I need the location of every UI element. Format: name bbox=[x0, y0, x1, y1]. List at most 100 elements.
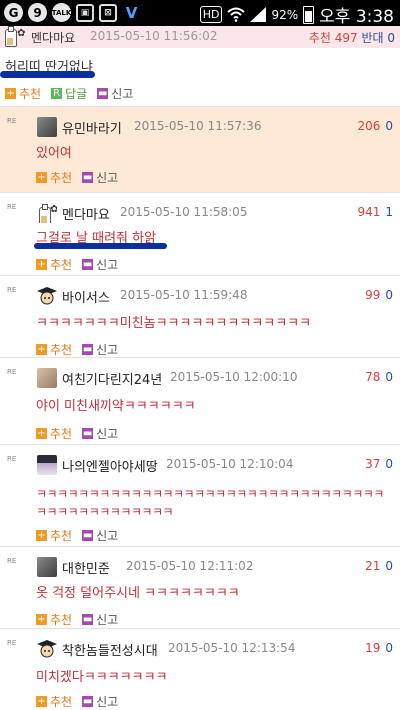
comment-actions: + 추천 ▬ 신고 bbox=[36, 256, 128, 273]
reply-arrow-icon: RE bbox=[7, 557, 17, 565]
report-icon: ▬ bbox=[97, 88, 109, 99]
report-button[interactable]: ▬ 신고 bbox=[82, 256, 118, 273]
comment-author[interactable]: 멘다마요 bbox=[62, 204, 110, 223]
recommend-button[interactable]: + 추천 bbox=[36, 425, 72, 442]
recommend-button[interactable]: + 추천 bbox=[36, 169, 72, 186]
comment-author[interactable]: 여친기다린지24년 bbox=[62, 369, 162, 388]
recommend-button[interactable]: + 추천 bbox=[36, 341, 72, 358]
recommend-button[interactable]: + 추천 bbox=[5, 85, 41, 102]
comment-author[interactable]: 나의엔젤아야세땅 bbox=[62, 456, 158, 475]
reply-button[interactable]: R 답글 bbox=[51, 85, 87, 102]
comment-score: 78 bbox=[365, 370, 381, 384]
report-button[interactable]: ▬ 신고 bbox=[82, 425, 118, 442]
recommend-label: 추천 bbox=[50, 258, 73, 272]
report-icon: ▬ bbox=[82, 428, 94, 439]
avatar[interactable] bbox=[37, 455, 57, 475]
post-header: ✿ 멘다마요 2015-05-10 11:56:02 추천 497 반대 0 bbox=[0, 26, 400, 48]
comment-author[interactable]: 바이서스 bbox=[62, 287, 110, 306]
post-actions: + 추천 R 답글 ▬ 신고 bbox=[5, 85, 143, 102]
comment-author[interactable]: 대한민준 bbox=[62, 558, 110, 577]
comment-score: 37 bbox=[365, 457, 381, 471]
recommend-button[interactable]: + 추천 bbox=[36, 527, 72, 544]
comment-text: ㅋㅋㅋㅋㅋㅋㅋ미친놈ㅋㅋㅋㅋㅋㅋㅋㅋㅋㅋㅋㅋㅋ bbox=[36, 316, 312, 331]
comment-text: ㅋㅋㅋㅋㅋㅋㅋㅋㅋㅋㅋㅋㅋㅋㅋㅋㅋㅋㅋㅋㅋㅋㅋㅋㅋㅋㅋㅋㅋㅋㅋㅋㅋㅋㅋㅋㅋㅋㅋㅋ… bbox=[36, 487, 384, 519]
comment-stats: 99 0 bbox=[365, 288, 393, 302]
graduate-avatar-icon[interactable] bbox=[37, 286, 57, 306]
recommend-label: 추천 bbox=[19, 87, 42, 101]
post-stats: 추천 497 반대 0 bbox=[309, 29, 395, 46]
battery-icon bbox=[303, 5, 315, 24]
reply-arrow-icon: RE bbox=[7, 368, 17, 376]
comment-author[interactable]: 유민바라기 bbox=[62, 118, 122, 137]
report-icon: ▬ bbox=[82, 530, 94, 541]
comment-score: 21 bbox=[365, 559, 381, 573]
reply-arrow-icon: RE bbox=[7, 639, 17, 647]
report-icon: ▬ bbox=[82, 614, 94, 625]
talk-app-icon: TALK bbox=[52, 3, 71, 22]
reply-icon: R bbox=[51, 88, 63, 99]
comment-stats: 78 0 bbox=[365, 370, 393, 384]
g-app-icon: G bbox=[4, 3, 23, 22]
status-right: HD 92% 오후 3:38 bbox=[199, 2, 394, 27]
comment-item: RE 유민바라기 2015-05-10 11:57:36 206 0 있어여 + 추… bbox=[0, 106, 400, 192]
report-button[interactable]: ▬ 신고 bbox=[82, 169, 118, 186]
report-icon: ▬ bbox=[82, 696, 94, 707]
report-button[interactable]: ▬ 신고 bbox=[97, 85, 133, 102]
comment-item: RE 나의엔젤아야세땅 2015-05-10 12:10:04 37 0 ㅋㅋㅋㅋ… bbox=[0, 444, 400, 546]
report-button[interactable]: ▬ 신고 bbox=[82, 611, 118, 628]
reply-arrow-icon: RE bbox=[7, 117, 17, 125]
nine-app-icon: 9 bbox=[28, 3, 47, 22]
avatar[interactable] bbox=[37, 557, 57, 577]
recommend-button[interactable]: + 추천 bbox=[36, 611, 72, 628]
hd-badge: HD bbox=[199, 6, 223, 23]
plus-icon: + bbox=[5, 88, 16, 99]
v3-icon: V bbox=[125, 3, 138, 22]
signal-icon bbox=[250, 7, 267, 22]
comment-stats: 941 1 bbox=[357, 205, 393, 219]
notification-icons: G 9 TALK ▣ ⊠ V bbox=[4, 3, 141, 22]
status-bar: G 9 TALK ▣ ⊠ V HD 92% 오후 3:38 bbox=[0, 0, 400, 27]
plus-icon: + bbox=[36, 614, 47, 625]
graduate-avatar-icon[interactable] bbox=[37, 639, 57, 659]
post-author[interactable]: 멘다마요 bbox=[31, 29, 75, 46]
bottle-avatar-icon[interactable]: ✿ bbox=[37, 203, 57, 223]
bottle-icon bbox=[5, 26, 17, 47]
report-label: 신고 bbox=[96, 427, 119, 441]
battery-percent: 92% bbox=[271, 7, 299, 22]
report-button[interactable]: ▬ 신고 bbox=[82, 527, 118, 544]
avatar[interactable] bbox=[37, 117, 57, 137]
report-label: 신고 bbox=[96, 529, 119, 543]
comment-item: RE 대한민준 2015-05-10 12:11:02 21 0 옷 걱정 덜어주… bbox=[0, 546, 400, 628]
recommend-label: 추천 bbox=[50, 529, 73, 543]
comment-author[interactable]: 착한놈들전성시대 bbox=[62, 640, 158, 659]
report-label: 신고 bbox=[96, 343, 119, 357]
report-label: 신고 bbox=[96, 613, 119, 627]
comment-stats: 37 0 bbox=[365, 457, 393, 471]
comment-stats: 19 0 bbox=[365, 641, 393, 655]
report-icon: ▬ bbox=[82, 259, 94, 270]
recommend-button[interactable]: + 추천 bbox=[36, 693, 72, 710]
avatar[interactable] bbox=[37, 368, 57, 388]
gallery-icon: ▣ bbox=[76, 4, 94, 22]
recommend-label: 추천 bbox=[50, 343, 73, 357]
comment-date: 2015-05-10 11:59:48 bbox=[120, 288, 248, 302]
comment-item: RE 바이서스 2015-05-10 11:59:48 99 0 ㅋㅋㅋㅋㅋㅋㅋ미… bbox=[0, 275, 400, 357]
original-post: ✿ 멘다마요 2015-05-10 11:56:02 추천 497 반대 0 허… bbox=[0, 26, 400, 106]
report-label: 신고 bbox=[96, 171, 119, 185]
reply-arrow-icon: RE bbox=[7, 286, 17, 294]
plus-icon: + bbox=[36, 259, 47, 270]
recommend-label: 추천 bbox=[50, 613, 73, 627]
screenshot-icon: ⊠ bbox=[99, 4, 117, 22]
reply-arrow-icon: RE bbox=[7, 203, 17, 211]
report-button[interactable]: ▬ 신고 bbox=[82, 341, 118, 358]
report-icon: ▬ bbox=[82, 344, 94, 355]
comment-date: 2015-05-10 12:10:04 bbox=[166, 457, 294, 471]
comment-text: 있어여 bbox=[36, 146, 72, 161]
comment-item: RE 여친기다린지24년 2015-05-10 12:00:10 78 0 야이 … bbox=[0, 357, 400, 444]
plus-icon: + bbox=[36, 428, 47, 439]
comment-zero: 0 bbox=[385, 288, 393, 302]
comment-text: 미치겠다ㅋㅋㅋㅋㅋㅋㅋ bbox=[36, 670, 168, 685]
report-label: 신고 bbox=[96, 258, 119, 272]
recommend-button[interactable]: + 추천 bbox=[36, 256, 72, 273]
report-button[interactable]: ▬ 신고 bbox=[82, 693, 118, 710]
